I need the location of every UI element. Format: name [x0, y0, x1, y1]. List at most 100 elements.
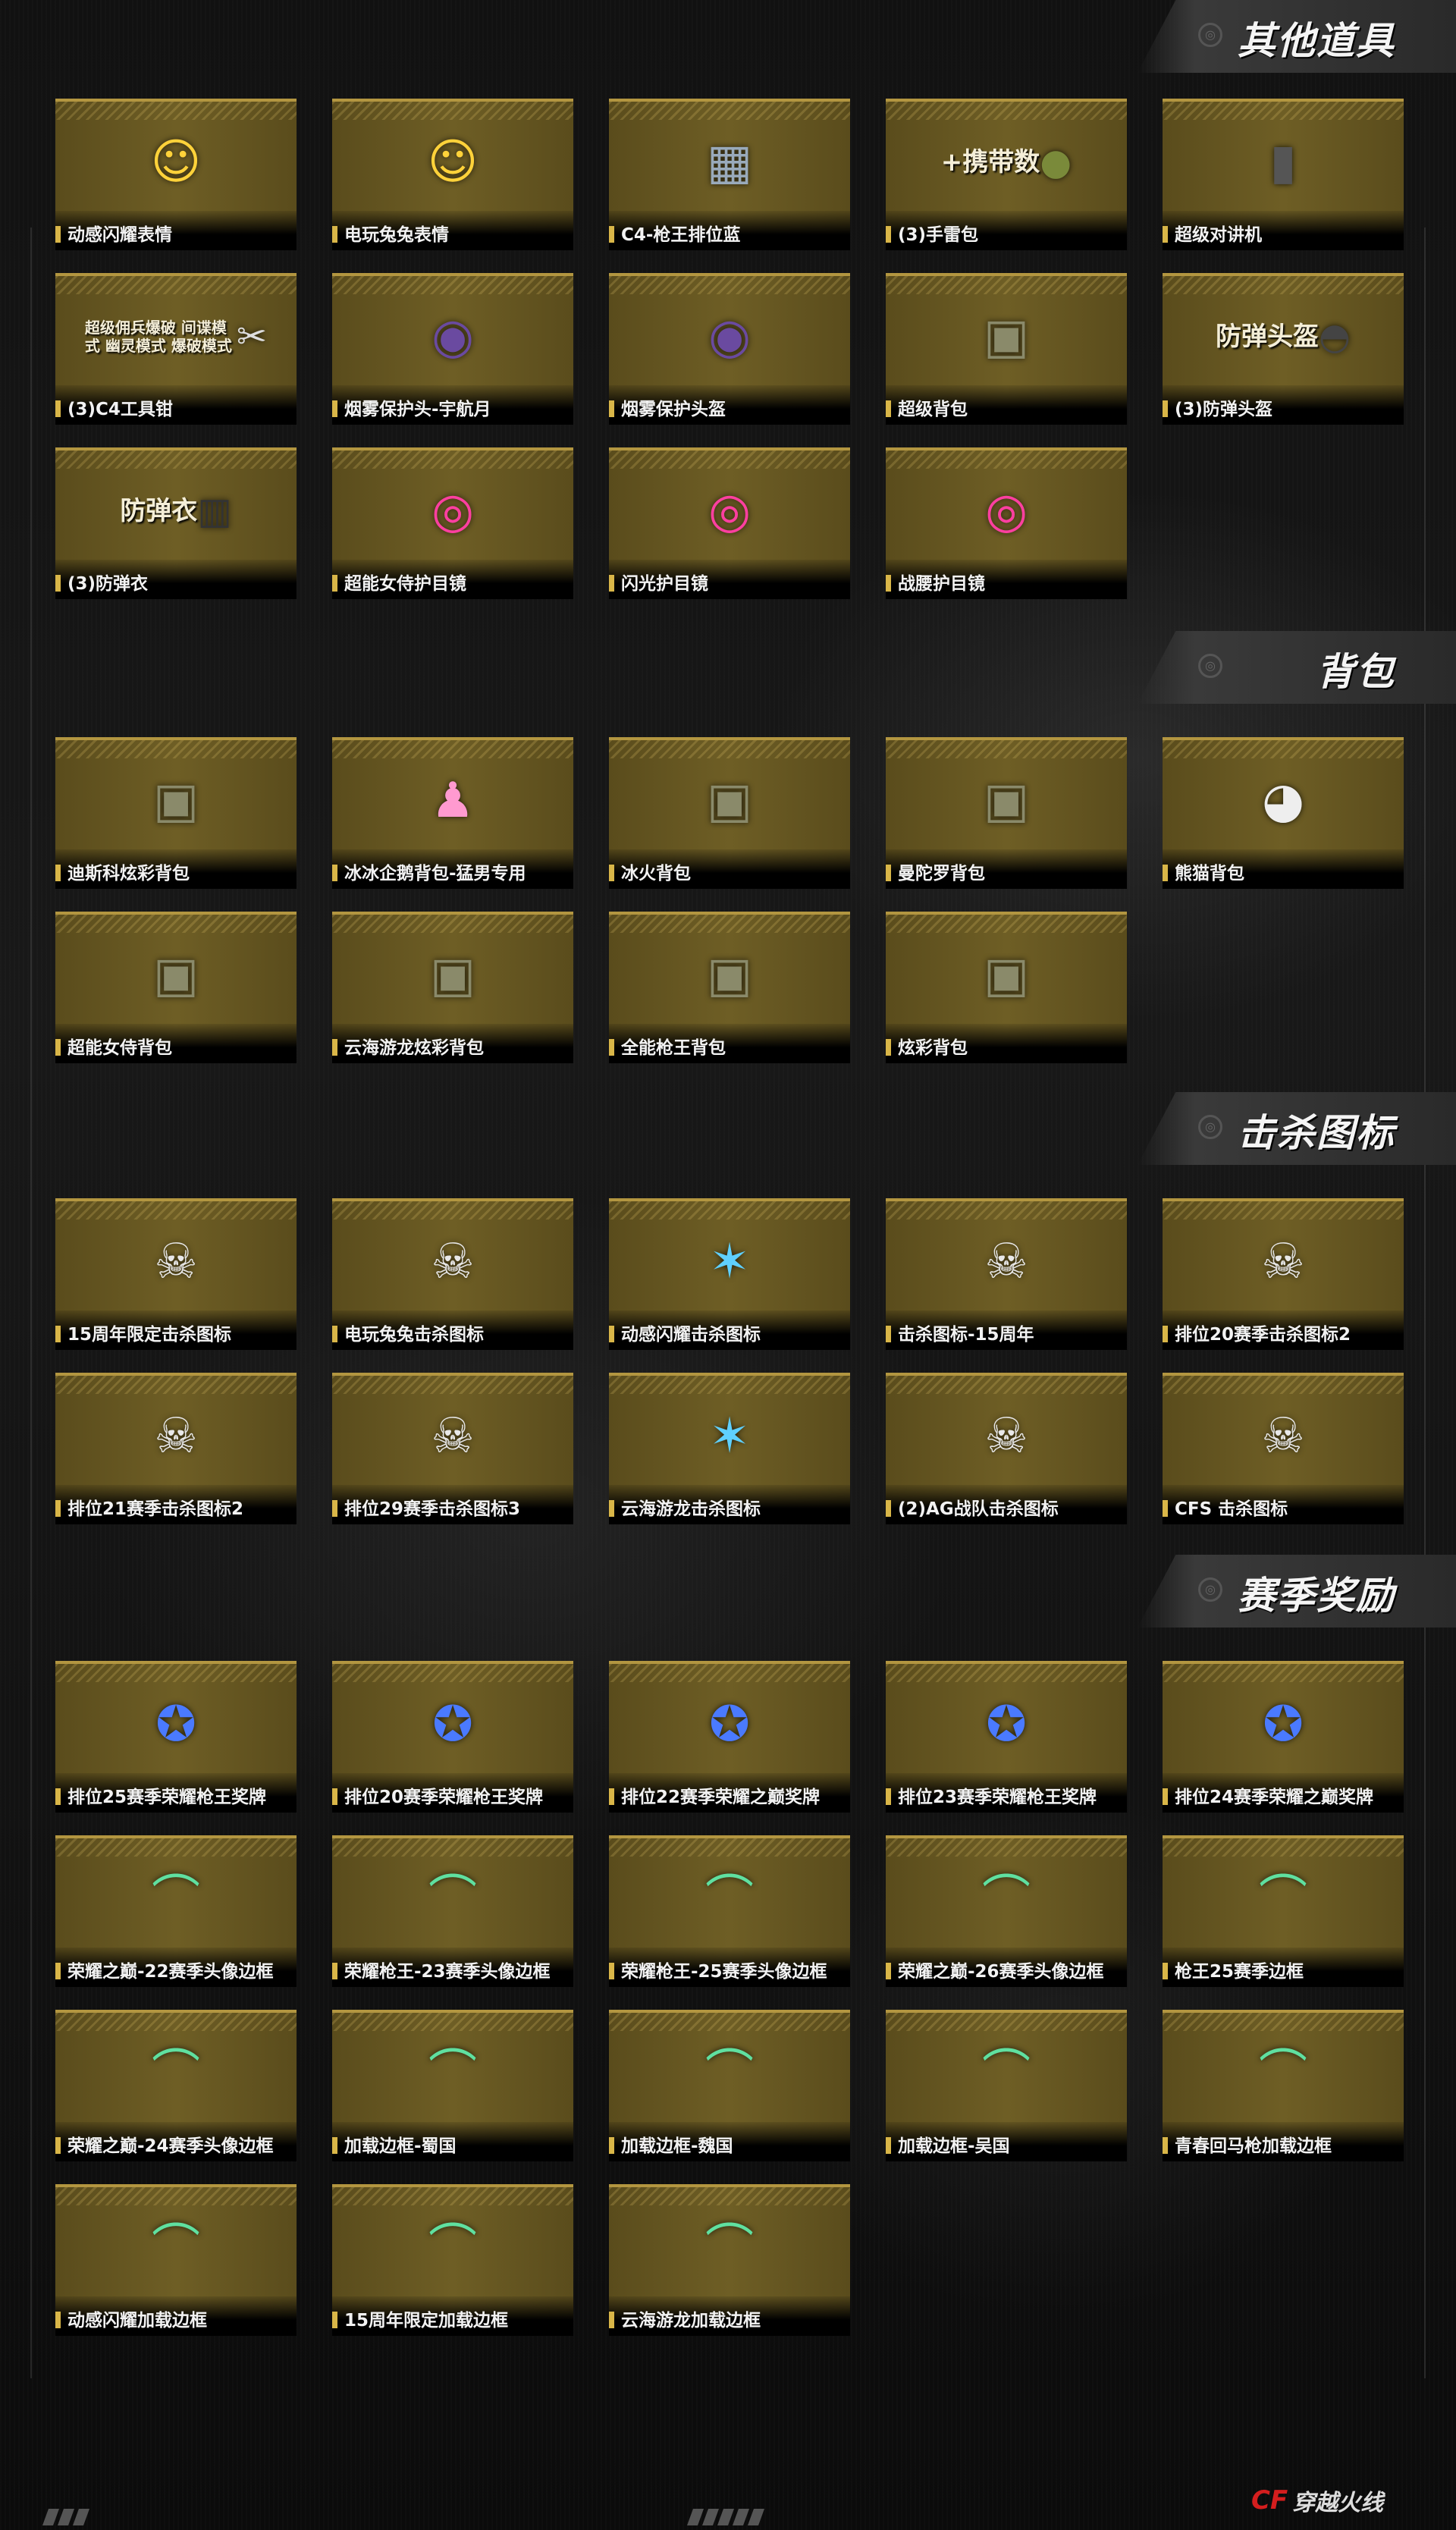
item-card[interactable]: ▣ 云海游龙炫彩背包: [332, 912, 573, 1063]
header-decor-icon: ◎: [1198, 1577, 1222, 1602]
item-card[interactable]: ▣ 炫彩背包: [886, 912, 1127, 1063]
item-art: ☠: [1163, 1216, 1404, 1307]
item-card[interactable]: ☠ 15周年限定击杀图标: [55, 1198, 297, 1350]
item-card[interactable]: ⌒ 荣耀之巅-26赛季头像边框: [886, 1835, 1127, 1987]
item-card[interactable]: ☠ 排位20赛季击杀图标2: [1163, 1198, 1404, 1350]
item-card[interactable]: ☺ 电玩兔兔表情: [332, 99, 573, 250]
item-card[interactable]: ⌒ 动感闪耀加载边框: [55, 2184, 297, 2336]
item-card[interactable]: ✪ 排位24赛季荣耀之巅奖牌: [1163, 1661, 1404, 1813]
item-art: ▣: [886, 291, 1127, 382]
item-card[interactable]: ⌒ 枪王25赛季边框: [1163, 1835, 1404, 1987]
item-card[interactable]: ◉ 烟雾保护头盔: [609, 273, 850, 425]
label-bar: 荣耀之巅-22赛季头像边框: [55, 1948, 297, 1987]
item-card[interactable]: ✪ 排位22赛季荣耀之巅奖牌: [609, 1661, 850, 1813]
item-card[interactable]: ☠ 排位29赛季击杀图标3: [332, 1373, 573, 1524]
item-card[interactable]: ◎ 闪光护目镜: [609, 447, 850, 599]
item-label: 冰火背包: [621, 864, 691, 884]
item-card[interactable]: ▣ 冰火背包: [609, 737, 850, 889]
item-art-text: +携带数: [940, 147, 1040, 177]
label-bar: 动感闪耀击杀图标: [609, 1311, 850, 1350]
item-card[interactable]: ✪ 排位20赛季荣耀枪王奖牌: [332, 1661, 573, 1813]
logo-mark: CF: [1251, 2485, 1288, 2516]
frame-icon: ⌒: [1259, 2045, 1307, 2102]
item-card[interactable]: ▮ 超级对讲机: [1163, 99, 1404, 250]
item-card[interactable]: ◎ 战腰护目镜: [886, 447, 1127, 599]
item-card[interactable]: ⌒ 青春回马枪加载边框: [1163, 2010, 1404, 2161]
label-bar: 云海游龙加载边框: [609, 2296, 850, 2336]
item-card[interactable]: ⌒ 15周年限定加载边框: [332, 2184, 573, 2336]
item-card[interactable]: 超级佣兵爆破 间谍模式 幽灵模式 爆破模式 ✂ (3)C4工具钳: [55, 273, 297, 425]
item-label: 战腰护目镜: [898, 574, 985, 594]
item-label: 电玩兔兔表情: [344, 225, 449, 245]
item-card[interactable]: 防弹衣 ▥ (3)防弹衣: [55, 447, 297, 599]
item-label: 排位20赛季击杀图标2: [1175, 1325, 1351, 1345]
item-card[interactable]: ☠ 击杀图标-15周年: [886, 1198, 1127, 1350]
item-card[interactable]: ⌒ 荣耀之巅-24赛季头像边框: [55, 2010, 297, 2161]
item-card[interactable]: ⌒ 荣耀枪王-25赛季头像边框: [609, 1835, 850, 1987]
item-card[interactable]: ♟ 冰冰企鹅背包-猛男专用: [332, 737, 573, 889]
item-card[interactable]: ☠ 电玩兔兔击杀图标: [332, 1198, 573, 1350]
item-card[interactable]: ☺ 动感闪耀表情: [55, 99, 297, 250]
label-bar: 加载边框-魏国: [609, 2122, 850, 2161]
item-card[interactable]: ◕ 熊猫背包: [1163, 737, 1404, 889]
item-label: 炫彩背包: [898, 1038, 968, 1058]
section-title: 赛季奖励: [1238, 1574, 1395, 1618]
item-art: ☠: [332, 1216, 573, 1307]
item-art: ⌒: [609, 1854, 850, 1945]
item-card[interactable]: +携带数 ● (3)手雷包: [886, 99, 1127, 250]
item-card[interactable]: ▦ C4-枪王排位蓝: [609, 99, 850, 250]
item-label: 云海游龙击杀图标: [621, 1499, 761, 1519]
item-card[interactable]: ▣ 超级背包: [886, 273, 1127, 425]
label-bar: 烟雾保护头-宇航月: [332, 385, 573, 425]
label-bar: (3)防弹头盔: [1163, 385, 1404, 425]
helmet-icon: ◓: [1319, 315, 1351, 358]
item-label: (3)防弹头盔: [1175, 400, 1273, 419]
item-card[interactable]: ⌒ 荣耀枪王-23赛季头像边框: [332, 1835, 573, 1987]
item-art: ⌒: [55, 1854, 297, 1945]
item-card[interactable]: ✶ 云海游龙击杀图标: [609, 1373, 850, 1524]
item-art: ⌒: [609, 2028, 850, 2119]
item-card[interactable]: ◎ 超能女侍护目镜: [332, 447, 573, 599]
item-art: ♟: [332, 755, 573, 846]
label-bar: 排位22赛季荣耀之巅奖牌: [609, 1773, 850, 1813]
item-card[interactable]: ✶ 动感闪耀击杀图标: [609, 1198, 850, 1350]
header-decor-icon: ◎: [1198, 654, 1222, 678]
item-label: 烟雾保护头-宇航月: [344, 400, 491, 419]
backpack-icon: ▣: [152, 773, 199, 829]
item-card[interactable]: ⌒ 加载边框-蜀国: [332, 2010, 573, 2161]
item-card[interactable]: ▣ 超能女侍背包: [55, 912, 297, 1063]
item-card[interactable]: ☠ CFS 击杀图标: [1163, 1373, 1404, 1524]
item-card[interactable]: ▣ 曼陀罗背包: [886, 737, 1127, 889]
item-art: ◕: [1163, 755, 1404, 846]
penguin-icon: ♟: [431, 773, 475, 829]
item-label: 击杀图标-15周年: [898, 1325, 1034, 1345]
item-art-text: 防弹头盔: [1216, 322, 1320, 352]
item-card[interactable]: ⌒ 荣耀之巅-22赛季头像边框: [55, 1835, 297, 1987]
item-card[interactable]: ✪ 排位23赛季荣耀枪王奖牌: [886, 1661, 1127, 1813]
item-label: 烟雾保护头盔: [621, 400, 726, 419]
item-card[interactable]: ▣ 全能枪王背包: [609, 912, 850, 1063]
item-label: 超能女侍护目镜: [344, 574, 466, 594]
item-card[interactable]: ▣ 迪斯科炫彩背包: [55, 737, 297, 889]
label-bar: 闪光护目镜: [609, 560, 850, 599]
item-card[interactable]: ☠ 排位21赛季击杀图标2: [55, 1373, 297, 1524]
label-bar: 冰火背包: [609, 849, 850, 889]
item-card[interactable]: ⌒ 加载边框-吴国: [886, 2010, 1127, 2161]
item-card[interactable]: 防弹头盔 ◓ (3)防弹头盔: [1163, 273, 1404, 425]
item-card[interactable]: ⌒ 加载边框-魏国: [609, 2010, 850, 2161]
panda-icon: ◕: [1262, 773, 1304, 829]
medal-icon: ✪: [432, 1697, 473, 1753]
backpack-icon: ▣: [983, 773, 1030, 829]
item-card[interactable]: ⌒ 云海游龙加载边框: [609, 2184, 850, 2336]
label-bar: 战腰护目镜: [886, 560, 1127, 599]
item-card[interactable]: ◉ 烟雾保护头-宇航月: [332, 273, 573, 425]
item-art: ☺: [55, 117, 297, 208]
frame-icon: ⌒: [428, 2220, 477, 2276]
section-title: 背包: [1316, 650, 1395, 694]
game-logo: CF 穿越火线: [1251, 2481, 1410, 2519]
item-label: 加载边框-吴国: [898, 2136, 1010, 2156]
item-card[interactable]: ✪ 排位25赛季荣耀枪王奖牌: [55, 1661, 297, 1813]
item-card[interactable]: ☠ (2)AG战队击杀图标: [886, 1373, 1127, 1524]
item-label: 15周年限定加载边框: [344, 2311, 509, 2331]
label-bar: 超能女侍背包: [55, 1024, 297, 1063]
